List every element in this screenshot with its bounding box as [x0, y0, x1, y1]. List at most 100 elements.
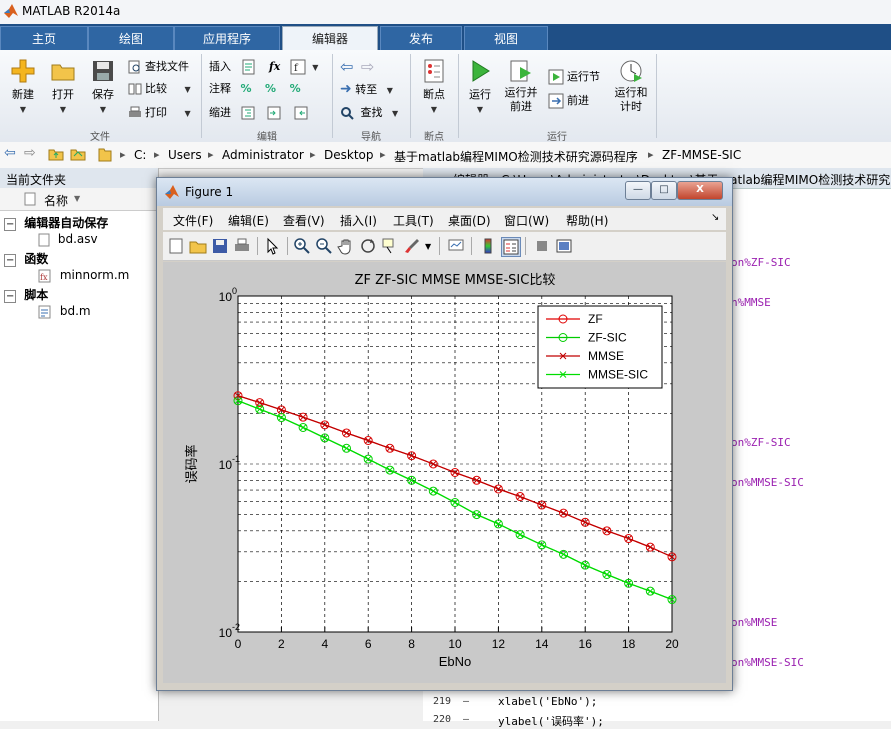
tree-folder-scripts[interactable]: − 脚本 — [4, 286, 48, 303]
browse-folder-icon[interactable] — [70, 146, 86, 165]
code-comment[interactable]: n%MMSE — [731, 296, 771, 309]
comment-button[interactable]: 注释 % % % — [209, 80, 301, 98]
uncomment-icon[interactable]: % — [265, 82, 276, 95]
find-files-button[interactable]: 查找文件 — [128, 58, 189, 76]
increase-indent-icon[interactable] — [267, 106, 281, 120]
collapse-icon[interactable]: − — [4, 290, 17, 303]
dock-arrow-icon[interactable]: ↘ — [711, 212, 719, 223]
code-line[interactable]: ylabel('误码率'); — [498, 713, 604, 729]
ribbon-divider — [201, 54, 202, 138]
edit-plot-arrow-icon[interactable] — [263, 237, 281, 255]
new-figure-icon[interactable] — [167, 237, 185, 255]
back-arrow-icon[interactable]: ⇦ — [4, 145, 16, 161]
rotate-3d-icon[interactable] — [359, 237, 377, 255]
show-plot-tools-icon[interactable] — [555, 237, 573, 255]
run-section-button[interactable]: 运行节 — [548, 68, 600, 86]
menu-file[interactable]: 文件(F) — [173, 212, 213, 229]
zoom-in-icon[interactable] — [293, 237, 311, 255]
tab-apps[interactable]: 应用程序 — [174, 26, 280, 50]
tree-folder-autosave[interactable]: − 编辑器自动保存 — [4, 214, 108, 231]
code-line[interactable]: xlabel('EbNo'); — [498, 695, 597, 708]
percent-icon[interactable]: % — [241, 82, 252, 95]
wrap-comment-icon[interactable]: % — [290, 82, 301, 95]
x-tick-label: 12 — [492, 637, 506, 651]
code-comment[interactable]: on%MMSE-SIC — [731, 656, 804, 669]
code-comment[interactable]: on%MMSE — [731, 616, 777, 629]
collapse-icon[interactable]: − — [4, 254, 17, 267]
close-button[interactable]: X — [677, 181, 723, 200]
up-folder-icon[interactable] — [48, 146, 64, 165]
tab-editor[interactable]: 编辑器 — [282, 26, 378, 50]
breadcrumb-project[interactable]: 基于matlab编程MIMO检测技术研究源码程序 — [394, 148, 638, 165]
advance-button[interactable]: 前进 — [548, 92, 589, 110]
forward-arrow-icon[interactable]: ⇨ — [361, 57, 374, 76]
fx-button[interactable]: fx — [269, 60, 280, 73]
function-box-icon[interactable]: f — [290, 59, 306, 75]
figure-window[interactable]: Figure 1 — □ X 文件(F) 编辑(E) 查看(V) 插入(I) 工… — [156, 177, 733, 691]
open-file-icon[interactable] — [189, 237, 207, 255]
find-button[interactable]: 查找 ▼ — [340, 104, 398, 122]
run-and-time-button[interactable]: 运行和 计时 — [612, 58, 650, 114]
legend-icon[interactable] — [501, 237, 521, 257]
tree-file-bd-asv[interactable]: bd.asv — [38, 232, 98, 247]
data-cursor-icon[interactable] — [381, 237, 399, 255]
decrease-indent-icon[interactable] — [294, 106, 308, 120]
tab-plots[interactable]: 绘图 — [88, 26, 174, 50]
save-figure-icon[interactable] — [211, 237, 229, 255]
smart-indent-icon[interactable] — [241, 106, 255, 120]
code-comment[interactable]: on%MMSE-SIC — [731, 476, 804, 489]
forward-arrow-icon[interactable]: ⇨ — [24, 145, 36, 161]
tree-file-bd-m[interactable]: bd.m — [38, 304, 91, 319]
compare-button[interactable]: 比较 ▼ — [128, 80, 191, 98]
figure-title-bar[interactable]: Figure 1 — □ X — [157, 178, 732, 206]
x-tick-label: 14 — [535, 637, 549, 651]
indent-button[interactable]: 缩进 — [209, 104, 311, 122]
link-plot-icon[interactable] — [447, 237, 465, 255]
menu-edit[interactable]: 编辑(E) — [228, 212, 269, 229]
back-arrow-icon[interactable]: ⇦ — [340, 57, 353, 76]
tree-file-minnorm[interactable]: fx minnorm.m — [38, 268, 129, 283]
pan-hand-icon[interactable] — [337, 237, 355, 255]
toolbar-divider — [525, 237, 526, 255]
name-column-header[interactable]: 名称 ▼ — [0, 188, 158, 211]
breadcrumb-zf-mmse-sic[interactable]: ZF-MMSE-SIC — [662, 148, 741, 162]
open-button[interactable]: 打开 ▼ — [46, 58, 80, 115]
ribbon-divider — [458, 54, 459, 138]
save-disk-icon — [93, 61, 113, 81]
menu-insert[interactable]: 插入(I) — [340, 212, 377, 229]
code-comment[interactable]: on%ZF-SIC — [731, 256, 791, 269]
insert-button[interactable]: 插入 fx f ▼ — [209, 58, 318, 76]
menu-view[interactable]: 查看(V) — [283, 212, 325, 229]
collapse-icon[interactable]: − — [4, 218, 17, 231]
maximize-button[interactable]: □ — [651, 181, 677, 200]
tab-home[interactable]: 主页 — [0, 26, 88, 50]
run-advance-button[interactable]: 运行并 前进 — [502, 58, 540, 114]
chevron-down-icon[interactable]: ▼ — [312, 63, 318, 72]
new-button[interactable]: 新建 ▼ — [6, 58, 40, 115]
zoom-out-icon[interactable] — [315, 237, 333, 255]
breadcrumb-c[interactable]: C: — [134, 148, 146, 162]
print-button[interactable]: 打印 ▼ — [128, 104, 191, 122]
hide-plot-tools-icon[interactable] — [533, 237, 551, 255]
minimize-button[interactable]: — — [625, 181, 651, 200]
brush-icon[interactable] — [403, 237, 421, 255]
breakpoints-button[interactable]: 断点 ▼ — [416, 58, 452, 115]
figure-canvas[interactable]: 0 2 4 6 8 10 12 14 16 18 20 10 -2 10 -1 10 0 ZF ZF-SIC MM… — [163, 262, 726, 683]
menu-tools[interactable]: 工具(T) — [393, 212, 434, 229]
colorbar-icon[interactable] — [479, 237, 497, 255]
tab-publish[interactable]: 发布 — [380, 26, 462, 50]
breadcrumb-users[interactable]: Users — [168, 148, 202, 162]
print-figure-icon[interactable] — [233, 237, 251, 255]
chevron-down-icon[interactable]: ▼ — [425, 242, 443, 260]
menu-desktop[interactable]: 桌面(D) — [448, 212, 491, 229]
tab-view[interactable]: 视图 — [464, 26, 548, 50]
goto-button[interactable]: ➜ 转至 ▼ — [340, 80, 393, 98]
menu-help[interactable]: 帮助(H) — [566, 212, 608, 229]
tree-folder-functions[interactable]: − 函数 — [4, 250, 48, 267]
breadcrumb-desktop[interactable]: Desktop — [324, 148, 374, 162]
run-button[interactable]: 运行 ▼ — [462, 58, 498, 115]
menu-window[interactable]: 窗口(W) — [504, 212, 549, 229]
code-comment[interactable]: on%ZF-SIC — [731, 436, 791, 449]
breadcrumb-administrator[interactable]: Administrator — [222, 148, 304, 162]
save-button[interactable]: 保存 ▼ — [86, 58, 120, 115]
